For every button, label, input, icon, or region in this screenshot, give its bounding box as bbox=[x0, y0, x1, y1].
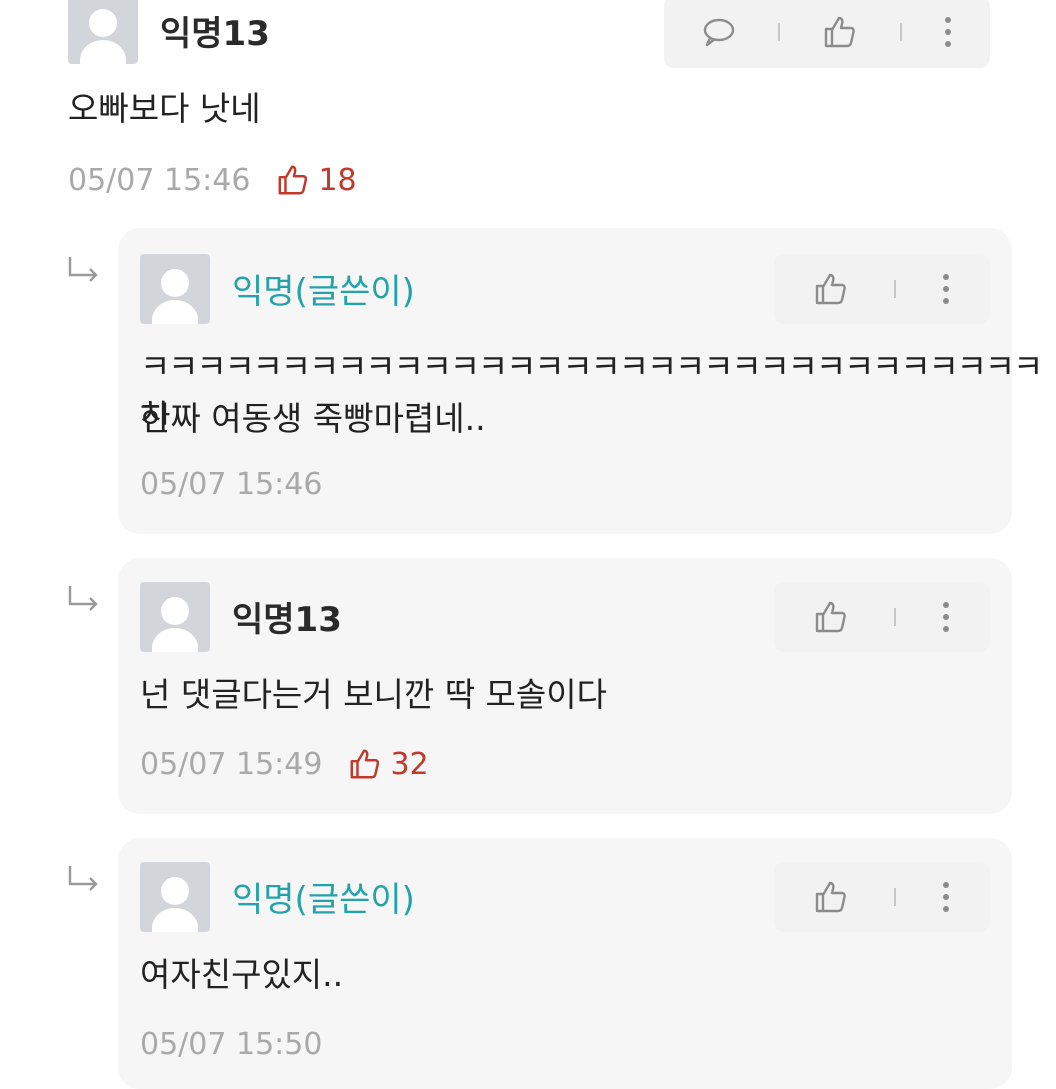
divider bbox=[893, 888, 896, 906]
reply-meta: 05/07 15:49 32 bbox=[140, 744, 429, 784]
more-icon[interactable] bbox=[941, 271, 951, 307]
like-count-icon bbox=[279, 165, 308, 195]
divider bbox=[778, 23, 781, 41]
reply-text-line: 진짜 여동생 죽빵마렵네.. bbox=[140, 399, 486, 438]
reply-author: 익명(글쓴이) bbox=[232, 272, 415, 312]
reply-text-line: 여자친구있지.. bbox=[140, 955, 344, 994]
like-count: 18 bbox=[318, 162, 357, 198]
thumbs-up-icon[interactable] bbox=[813, 879, 849, 915]
comment-meta: 05/07 15:46 18 bbox=[68, 160, 357, 200]
reply-meta: 05/07 15:46 bbox=[140, 464, 322, 504]
reply-text-line: 넌 댓글다는거 보니깐 딱 모솔이다 bbox=[140, 675, 607, 714]
divider bbox=[899, 23, 902, 41]
avatar bbox=[140, 254, 210, 324]
comment-author: 익명13 bbox=[160, 14, 270, 54]
thumbs-up-icon[interactable] bbox=[813, 599, 849, 635]
comment-text: 오빠보다 낫네 bbox=[68, 89, 261, 128]
more-icon[interactable] bbox=[941, 599, 951, 635]
divider bbox=[893, 280, 896, 298]
thumbs-up-icon[interactable] bbox=[813, 271, 849, 307]
comment-thread: 익명13 오빠보다 낫네 05/07 15:46 18 익명(글쓴이) ㅋㅋㅋㅋ… bbox=[0, 0, 1056, 1089]
reply-arrow-icon bbox=[68, 257, 98, 282]
reply-actions-bar bbox=[774, 582, 990, 652]
reply-time: 05/07 15:46 bbox=[140, 466, 323, 502]
thumbs-up-icon[interactable] bbox=[822, 14, 858, 50]
avatar bbox=[68, 0, 138, 64]
like-count: 32 bbox=[390, 746, 429, 782]
more-icon[interactable] bbox=[941, 879, 951, 915]
avatar bbox=[140, 862, 210, 932]
divider bbox=[893, 608, 896, 626]
reply-actions-bar bbox=[774, 254, 990, 324]
more-icon[interactable] bbox=[943, 14, 953, 50]
reply-actions-bar bbox=[774, 862, 990, 932]
comment-icon[interactable] bbox=[701, 16, 737, 48]
reply-author: 익명(글쓴이) bbox=[232, 880, 415, 920]
reply-arrow-icon bbox=[68, 586, 98, 611]
reply-meta: 05/07 15:50 bbox=[140, 1024, 322, 1064]
comment-actions-bar bbox=[664, 0, 990, 68]
reply-time: 05/07 15:50 bbox=[140, 1026, 323, 1062]
comment-time: 05/07 15:46 bbox=[68, 162, 251, 198]
like-count-icon bbox=[351, 749, 380, 779]
reply-arrow-icon bbox=[68, 866, 98, 891]
avatar bbox=[140, 582, 210, 652]
reply-time: 05/07 15:49 bbox=[140, 746, 323, 782]
reply-author: 익명13 bbox=[232, 600, 342, 640]
